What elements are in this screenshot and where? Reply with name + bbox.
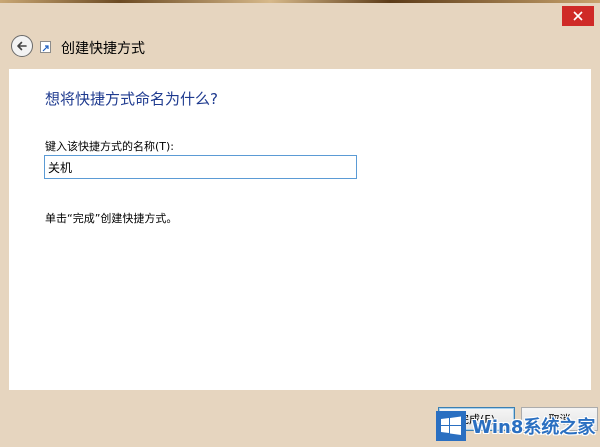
dialog-title: 创建快捷方式	[61, 41, 145, 57]
back-button[interactable]	[11, 35, 33, 57]
question-heading: 想将快捷方式命名为什么?	[45, 90, 218, 108]
shortcut-icon	[40, 41, 51, 53]
cancel-button[interactable]: 取消	[521, 407, 598, 431]
shortcut-name-input[interactable]	[44, 155, 357, 179]
back-arrow-icon	[17, 41, 27, 51]
close-button[interactable]	[562, 6, 594, 26]
name-field-label: 键入该快捷方式的名称(T):	[45, 140, 175, 153]
finish-button[interactable]: 完成(F)	[438, 407, 515, 431]
wizard-button-row: 完成(F) 取消	[9, 390, 598, 447]
wizard-header: 创建快捷方式	[0, 34, 600, 62]
close-icon	[573, 11, 583, 21]
finish-hint: 单击“完成”创建快捷方式。	[45, 212, 178, 225]
content-panel: 想将快捷方式命名为什么? 键入该快捷方式的名称(T): 单击“完成”创建快捷方式…	[9, 69, 591, 390]
